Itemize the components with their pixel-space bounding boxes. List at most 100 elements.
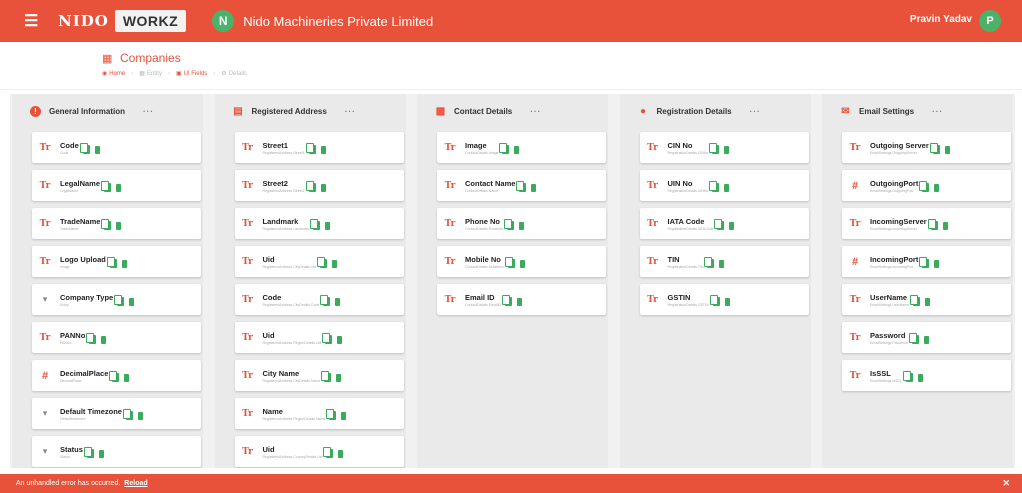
delete-icon[interactable] <box>516 297 522 306</box>
delete-icon[interactable] <box>320 145 326 154</box>
delete-icon[interactable] <box>94 145 100 154</box>
field-card[interactable]: ▾ Default Timezone Defaulttimezone <box>32 398 201 429</box>
field-card[interactable]: Tr TradeName TradeName <box>32 208 201 239</box>
copy-icon[interactable] <box>902 371 913 382</box>
field-card[interactable]: Tr Logo Upload Image <box>32 246 201 277</box>
copy-icon[interactable] <box>927 219 938 230</box>
more-options-icon[interactable]: ··· <box>143 107 154 116</box>
field-card[interactable]: # IncomingPort EmailSettings.IncomingPort <box>842 246 1011 277</box>
delete-icon[interactable] <box>942 221 948 230</box>
delete-icon[interactable] <box>514 145 520 154</box>
delete-icon[interactable] <box>719 259 725 268</box>
field-card[interactable]: Tr LegalName LegalName <box>32 170 201 201</box>
field-card[interactable]: Tr IATA Code RegistrationDetails.IATACode <box>639 208 809 239</box>
delete-icon[interactable] <box>98 449 104 458</box>
delete-icon[interactable] <box>129 297 135 306</box>
delete-icon[interactable] <box>137 411 143 420</box>
copy-icon[interactable] <box>919 181 930 192</box>
copy-icon[interactable] <box>305 143 316 154</box>
copy-icon[interactable] <box>709 295 720 306</box>
delete-icon[interactable] <box>116 183 122 192</box>
field-card[interactable]: ▾ Status Status <box>32 436 201 467</box>
delete-icon[interactable] <box>101 335 107 344</box>
field-card[interactable]: Tr CIN No RegistrationDetails.CINNo <box>639 132 809 163</box>
field-card[interactable]: Tr Landmark RegisteredAddress.Landmark <box>234 208 404 239</box>
delete-icon[interactable] <box>124 373 130 382</box>
delete-icon[interactable] <box>116 221 122 230</box>
field-card[interactable]: Tr Outgoing Server EmailSettings.OutgoingS… <box>842 132 1011 163</box>
field-card[interactable]: Tr Contact Name ContactDetails.Name <box>437 170 606 201</box>
delete-icon[interactable] <box>336 373 342 382</box>
copy-icon[interactable] <box>321 371 332 382</box>
field-card[interactable]: Tr Uid RegisteredAddress.RegionDetails.Uid <box>234 322 404 353</box>
copy-icon[interactable] <box>504 219 515 230</box>
company-name[interactable]: Nido Machineries Private Limited <box>243 14 433 29</box>
delete-icon[interactable] <box>335 297 341 306</box>
hamburger-menu-icon[interactable]: ☰ <box>24 11 46 31</box>
field-card[interactable]: # DecimalPlace DecimalPlace <box>32 360 201 391</box>
copy-icon[interactable] <box>516 181 527 192</box>
field-card[interactable]: Tr City Name RegisteredAddress.CityDetails… <box>234 360 404 391</box>
copy-icon[interactable] <box>317 257 328 268</box>
delete-icon[interactable] <box>729 221 735 230</box>
copy-icon[interactable] <box>305 181 316 192</box>
copy-icon[interactable] <box>114 295 125 306</box>
delete-icon[interactable] <box>724 297 730 306</box>
copy-icon[interactable] <box>83 447 94 458</box>
field-card[interactable]: Tr Code RegisteredAddress.CityDetails.Code <box>234 284 404 315</box>
copy-icon[interactable] <box>709 181 720 192</box>
delete-icon[interactable] <box>519 259 525 268</box>
delete-icon[interactable] <box>519 221 525 230</box>
copy-icon[interactable] <box>919 257 930 268</box>
more-options-icon[interactable]: ··· <box>345 107 356 116</box>
breadcrumb-entity[interactable]: ▦ Entity <box>139 70 162 77</box>
close-icon[interactable]: ✕ <box>1002 478 1010 489</box>
copy-icon[interactable] <box>501 295 512 306</box>
field-card[interactable]: Tr Street2 RegisteredAddress.Street2 <box>234 170 404 201</box>
field-card[interactable]: Tr Phone No ContactDetails.PhoneNo <box>437 208 606 239</box>
delete-icon[interactable] <box>337 335 343 344</box>
copy-icon[interactable] <box>79 143 90 154</box>
copy-icon[interactable] <box>122 409 133 420</box>
delete-icon[interactable] <box>934 183 940 192</box>
field-card[interactable]: Tr TIN RegistrationDetails.TIN <box>639 246 809 277</box>
copy-icon[interactable] <box>320 295 331 306</box>
copy-icon[interactable] <box>101 219 112 230</box>
copy-icon[interactable] <box>714 219 725 230</box>
delete-icon[interactable] <box>944 145 950 154</box>
delete-icon[interactable] <box>324 221 330 230</box>
copy-icon[interactable] <box>908 333 919 344</box>
field-card[interactable]: Tr Uid RegisteredAddress.CountryDetails.Ui… <box>234 436 404 467</box>
field-card[interactable]: Tr Code Code <box>32 132 201 163</box>
copy-icon[interactable] <box>326 409 337 420</box>
field-card[interactable]: Tr Street1 RegisteredAddress.Street1 <box>234 132 404 163</box>
field-card[interactable]: # OutgoingPort EmailSettings.OutgoingPort <box>842 170 1011 201</box>
field-card[interactable]: Tr Image ContactDetails.Image <box>437 132 606 163</box>
copy-icon[interactable] <box>106 257 117 268</box>
copy-icon[interactable] <box>109 371 120 382</box>
copy-icon[interactable] <box>704 257 715 268</box>
delete-icon[interactable] <box>724 183 730 192</box>
copy-icon[interactable] <box>86 333 97 344</box>
field-card[interactable]: Tr Mobile No ContactDetails.MobileNo <box>437 246 606 277</box>
more-options-icon[interactable]: ··· <box>932 107 943 116</box>
more-options-icon[interactable]: ··· <box>530 107 541 116</box>
copy-icon[interactable] <box>322 333 333 344</box>
field-card[interactable]: Tr GSTIN RegistrationDetails.GSTIN <box>639 284 809 315</box>
field-card[interactable]: Tr Password EmailSettings.Password <box>842 322 1011 353</box>
delete-icon[interactable] <box>934 259 940 268</box>
delete-icon[interactable] <box>320 183 326 192</box>
delete-icon[interactable] <box>121 259 127 268</box>
copy-icon[interactable] <box>504 257 515 268</box>
field-card[interactable]: Tr UserName EmailSettings.UserName <box>842 284 1011 315</box>
copy-icon[interactable] <box>323 447 334 458</box>
delete-icon[interactable] <box>917 373 923 382</box>
field-card[interactable]: Tr UIN No RegistrationDetails.UINNo <box>639 170 809 201</box>
delete-icon[interactable] <box>724 145 730 154</box>
field-card[interactable]: Tr IncomingServer EmailSettings.IncomingSe… <box>842 208 1011 239</box>
copy-icon[interactable] <box>709 143 720 154</box>
company-avatar[interactable]: N <box>212 10 235 32</box>
field-card[interactable]: Tr PANNo PANNo <box>32 322 201 353</box>
copy-icon[interactable] <box>309 219 320 230</box>
delete-icon[interactable] <box>341 411 347 420</box>
